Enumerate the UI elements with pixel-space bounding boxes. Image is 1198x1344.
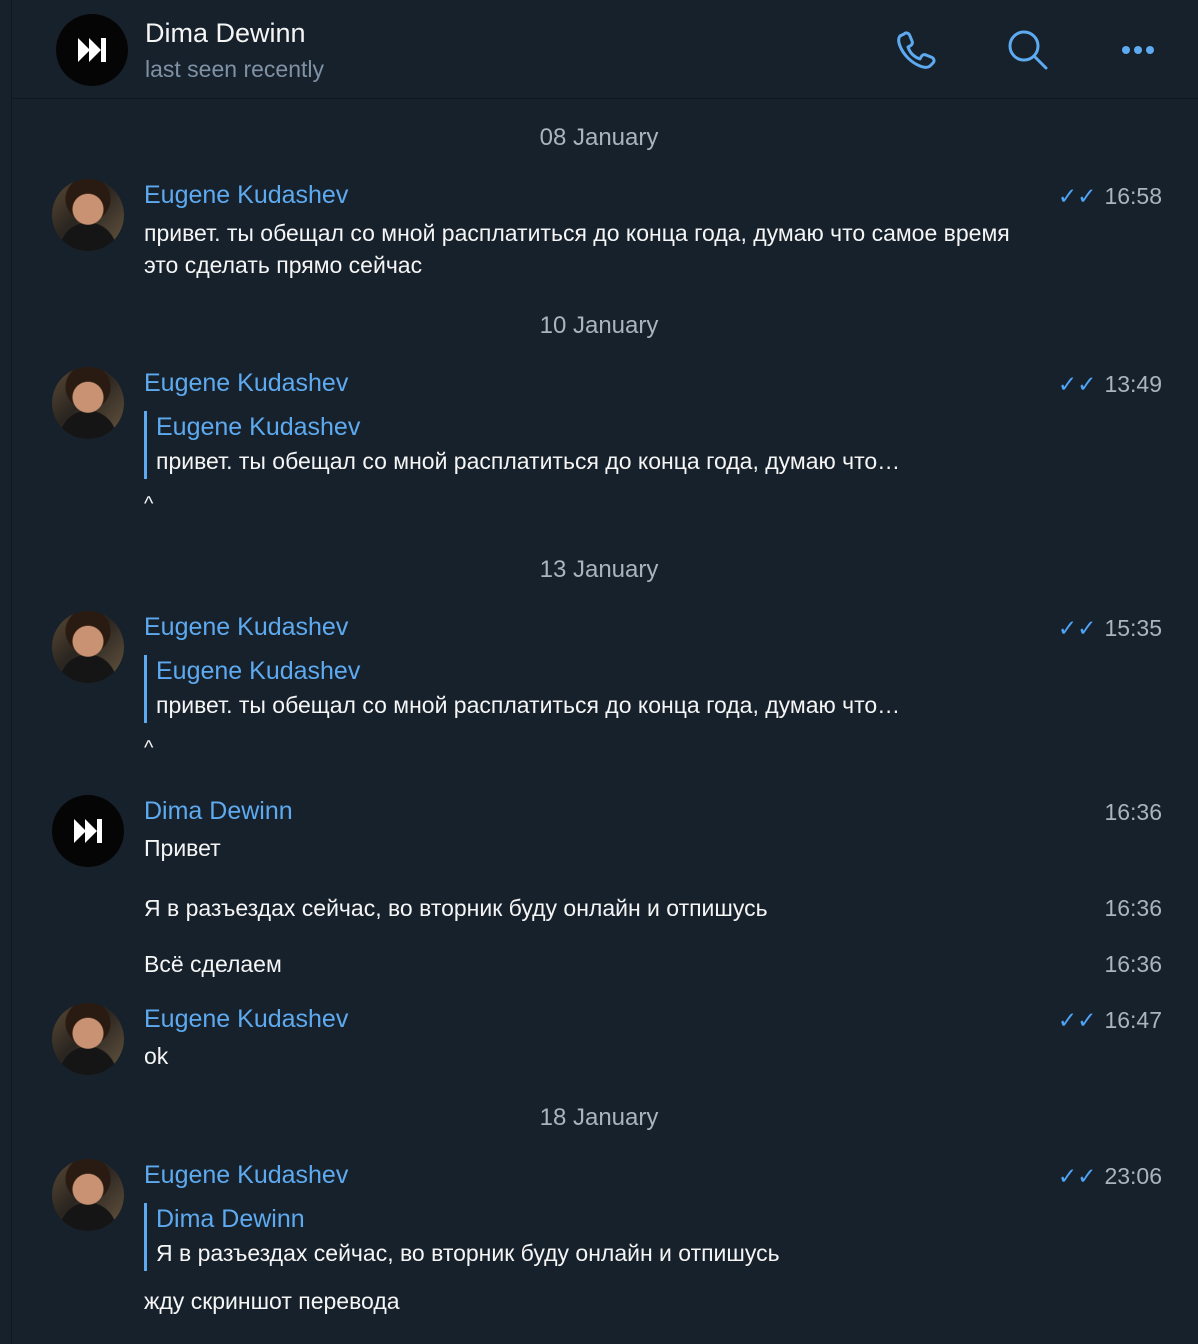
message-time: ✓✓ 23:06 xyxy=(1057,1163,1162,1189)
sender-avatar[interactable] xyxy=(52,1159,124,1231)
sender-name[interactable]: Eugene Kudashev xyxy=(144,613,348,642)
message-time: ✓✓ 13:49 xyxy=(1057,371,1162,397)
read-checks-icon: ✓✓ xyxy=(1057,371,1097,397)
message-time: ✓✓ 16:58 xyxy=(1057,183,1162,209)
message-text: Я в разъездах сейчас, во вторник буду он… xyxy=(144,895,768,921)
chat-header: Dima Dewinn last seen recently xyxy=(12,0,1198,99)
sender-name[interactable]: Eugene Kudashev xyxy=(144,369,348,398)
sender-avatar[interactable] xyxy=(52,1003,124,1075)
sender-avatar[interactable] xyxy=(52,611,124,683)
message-text: жду скриншот перевода xyxy=(144,1288,400,1314)
message-time: 16:36 xyxy=(1104,799,1162,825)
chat-title[interactable]: Dima Dewinn xyxy=(145,18,306,49)
sender-name[interactable]: Dima Dewinn xyxy=(144,797,293,826)
reply-text: привет. ты обещал со мной расплатиться д… xyxy=(156,448,901,474)
date-separator: 13 January xyxy=(539,556,659,583)
contact-avatar[interactable] xyxy=(56,14,128,86)
message-history[interactable]: 08 January Eugene Kudashev ✓✓ 16:58 приве… xyxy=(0,99,1198,1344)
message-time: ✓✓ 16:47 xyxy=(1057,1007,1162,1033)
date-separator: 08 January xyxy=(539,124,659,151)
fast-forward-icon xyxy=(78,38,106,62)
fast-forward-icon xyxy=(74,819,102,843)
reply-text: привет. ты обещал со мной расплатиться д… xyxy=(156,692,901,718)
sender-avatar[interactable] xyxy=(52,367,124,439)
date-separator: 10 January xyxy=(539,312,659,339)
read-checks-icon: ✓✓ xyxy=(1057,1007,1097,1033)
reply-quote[interactable]: Dima Dewinn Я в разъездах сейчас, во вто… xyxy=(144,1203,1056,1271)
search-icon[interactable] xyxy=(1004,26,1052,74)
reply-quote[interactable]: Eugene Kudashev привет. ты обещал со мно… xyxy=(144,655,1056,723)
more-icon[interactable] xyxy=(1114,26,1162,74)
message-text: Привет xyxy=(144,835,221,861)
reply-quote[interactable]: Eugene Kudashev привет. ты обещал со мно… xyxy=(144,411,1056,479)
message-text: привет. ты обещал со мной расплатиться д… xyxy=(144,220,1010,278)
reply-sender: Eugene Kudashev xyxy=(156,657,361,685)
message-text: ^ xyxy=(144,737,154,759)
message-time: ✓✓ 15:35 xyxy=(1057,615,1162,641)
sender-avatar[interactable] xyxy=(52,179,124,251)
message-text: ok xyxy=(144,1043,169,1069)
phone-icon[interactable] xyxy=(892,26,940,74)
message-time: 16:36 xyxy=(1104,951,1162,977)
read-checks-icon: ✓✓ xyxy=(1057,183,1097,209)
read-checks-icon: ✓✓ xyxy=(1057,615,1097,641)
message-text: ^ xyxy=(144,493,154,515)
sender-avatar[interactable] xyxy=(52,795,124,867)
sender-name[interactable]: Eugene Kudashev xyxy=(144,1161,348,1190)
sender-name[interactable]: Eugene Kudashev xyxy=(144,181,348,210)
reply-sender: Dima Dewinn xyxy=(156,1205,305,1233)
reply-text: Я в разъездах сейчас, во вторник буду он… xyxy=(156,1240,780,1266)
contact-status: last seen recently xyxy=(145,56,324,82)
message-time: 16:36 xyxy=(1104,895,1162,921)
date-separator: 18 January xyxy=(539,1104,659,1131)
reply-sender: Eugene Kudashev xyxy=(156,413,361,441)
sender-name[interactable]: Eugene Kudashev xyxy=(144,1005,348,1034)
message-text: Всё сделаем xyxy=(144,951,282,977)
read-checks-icon: ✓✓ xyxy=(1057,1163,1097,1189)
